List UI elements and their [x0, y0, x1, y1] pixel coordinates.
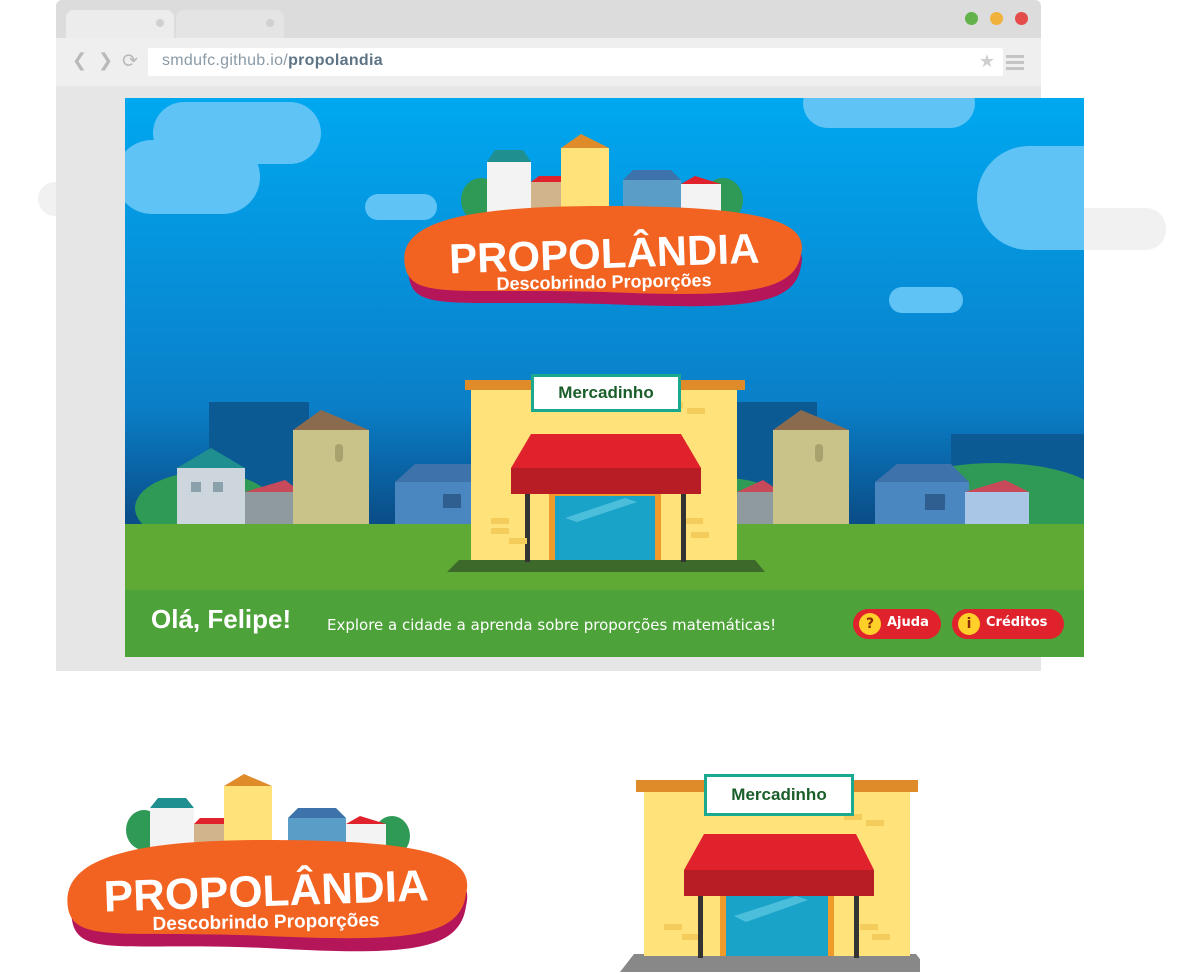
tab-bar [56, 0, 1041, 38]
store-sign[interactable]: Mercadinho [531, 374, 681, 412]
store-foreground [447, 524, 765, 572]
url-text: smdufc.github.io/propolandia [162, 52, 383, 69]
tab-close-icon[interactable] [156, 19, 164, 27]
help-button-label: Ajuda [887, 615, 929, 630]
browser-window: ❮ ❯ ⟳ smdufc.github.io/propolandia ★ PRO… [56, 0, 1084, 671]
bottom-bar: Olá, Felipe! Explore a cidade a aprenda … [125, 590, 1084, 657]
minimize-light-icon[interactable] [965, 12, 978, 25]
logo-asset: PROPOLÂNDIA Descobrindo Proporções [67, 774, 468, 952]
forward-icon[interactable]: ❯ [98, 52, 113, 70]
address-bar[interactable]: smdufc.github.io/propolandia ★ [148, 48, 1003, 76]
logo-subtitle: Descobrindo Proporções [496, 270, 711, 294]
credits-button-label: Créditos [986, 615, 1048, 630]
tagline-text: Explore a cidade a aprenda sobre proporç… [327, 616, 777, 634]
game-scene: PROPOLÂNDIA Descobrindo Proporções [125, 98, 1084, 572]
logo-asset-subtitle: Descobrindo Proporções [152, 910, 379, 935]
credits-button[interactable]: i Créditos [952, 609, 1064, 639]
greeting-text: Olá, Felipe! [151, 604, 292, 634]
back-icon[interactable]: ❮ [72, 52, 87, 70]
help-icon: ? [859, 613, 881, 635]
menu-icon[interactable] [1006, 55, 1024, 73]
tab-close-icon[interactable] [266, 19, 274, 27]
store-asset-sign: Mercadinho [704, 774, 854, 816]
bookmark-star-icon[interactable]: ★ [979, 51, 995, 72]
close-light-icon[interactable] [1015, 12, 1028, 25]
game-viewport: PROPOLÂNDIA Descobrindo Proporções Merca… [125, 98, 1084, 657]
reload-icon[interactable]: ⟳ [122, 52, 138, 71]
maximize-light-icon[interactable] [990, 12, 1003, 25]
info-icon: i [958, 613, 980, 635]
help-button[interactable]: ? Ajuda [853, 609, 941, 639]
